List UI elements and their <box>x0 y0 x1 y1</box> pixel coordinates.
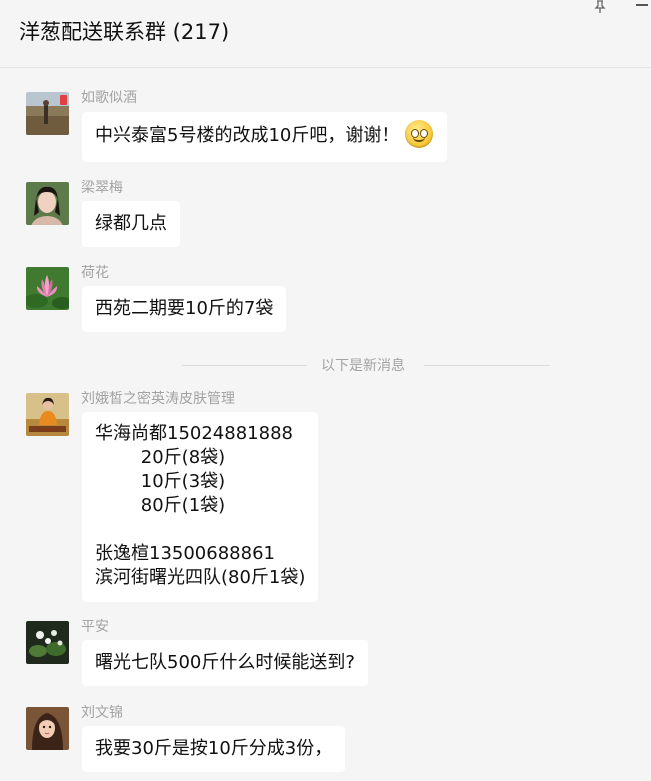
minimize-icon[interactable] <box>636 4 648 6</box>
avatar[interactable] <box>26 92 69 135</box>
message-line <box>95 518 305 542</box>
message-bubble[interactable]: 中兴泰富5号楼的改成10斤吧，谢谢！ <box>82 112 448 162</box>
sender-name: 梁翠梅 <box>81 180 123 196</box>
divider-line <box>424 365 550 366</box>
message-line: 滨河街曙光四队(80斤1袋) <box>95 567 306 588</box>
pin-icon[interactable] <box>593 0 607 14</box>
message-text: 绿都几点 <box>95 213 167 234</box>
divider-line <box>182 365 307 366</box>
smile-emoji-icon <box>405 120 434 148</box>
chat-header: 洋葱配送联系群 (217) <box>0 0 651 68</box>
message-bubble[interactable]: 华海尚都15024881888 20斤(8袋) 10斤(3袋) 80斤(1袋) … <box>82 412 319 602</box>
avatar[interactable] <box>26 267 69 310</box>
new-messages-divider: 以下是新消息 <box>182 355 550 375</box>
message-text: 我要30斤是按10斤分成3份， <box>95 738 333 759</box>
message-line: 80斤(1袋) <box>95 495 226 516</box>
message-bubble[interactable]: 曙光七队500斤什么时候能送到? <box>82 640 368 686</box>
avatar[interactable] <box>26 182 69 225</box>
avatar[interactable] <box>26 393 69 436</box>
avatar[interactable] <box>26 707 69 750</box>
badge <box>60 95 67 105</box>
message-text: 曙光七队500斤什么时候能送到? <box>95 652 355 673</box>
sender-name: 平安 <box>81 619 109 635</box>
sender-name: 刘文锦 <box>81 705 123 721</box>
message-line: 张逸楦13500688861 <box>95 543 275 564</box>
sender-name: 荷花 <box>81 265 109 281</box>
chat-title: 洋葱配送联系群 (217) <box>19 20 230 44</box>
sender-name: 如歌似酒 <box>81 90 137 106</box>
avatar[interactable] <box>26 621 69 664</box>
divider-label: 以下是新消息 <box>321 358 405 374</box>
message-text: 中兴泰富5号楼的改成10斤吧，谢谢！ <box>95 125 400 146</box>
message-bubble[interactable]: 我要30斤是按10斤分成3份， <box>82 726 346 772</box>
message-line: 10斤(3袋) <box>95 471 226 492</box>
message-list[interactable]: 如歌似酒 中兴泰富5号楼的改成10斤吧，谢谢！ 梁翠梅 绿都几点 荷花 西苑二期… <box>0 69 651 781</box>
message-bubble[interactable]: 绿都几点 <box>82 201 180 247</box>
sender-name: 刘娥皙之密英涛皮肤管理 <box>81 391 235 407</box>
message-line: 20斤(8袋) <box>95 447 226 468</box>
message-line: 华海尚都15024881888 <box>95 423 293 444</box>
message-text: 西苑二期要10斤的7袋 <box>95 298 274 319</box>
message-bubble[interactable]: 西苑二期要10斤的7袋 <box>82 286 287 332</box>
